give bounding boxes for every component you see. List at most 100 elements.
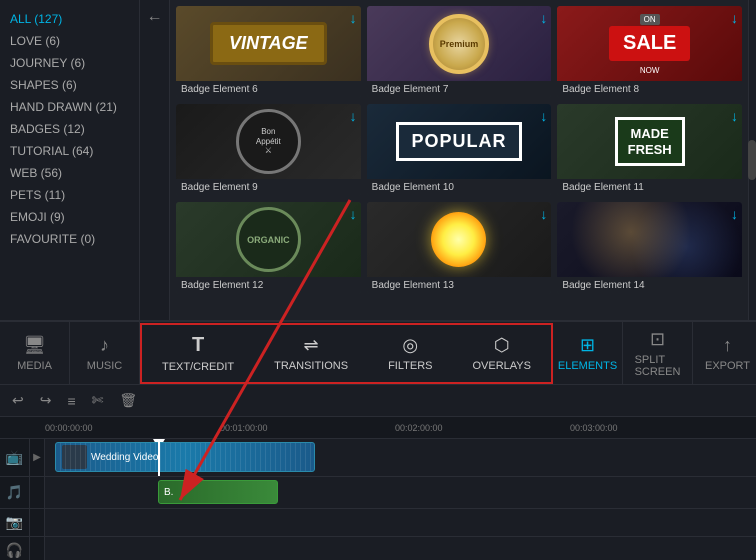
- timestamp-1: 00:01:00:00: [220, 423, 268, 433]
- cut-button[interactable]: ✄: [88, 390, 108, 411]
- toolbar-media[interactable]: 🖥 MEDIA: [0, 322, 70, 384]
- timestamp-2: 00:02:00:00: [395, 423, 443, 433]
- download-icon-badge14[interactable]: ↓: [731, 206, 738, 222]
- sidebar-item-journey[interactable]: JOURNEY (6): [0, 52, 139, 74]
- timestamp-3: 00:03:00:00: [570, 423, 618, 433]
- toolbar-filters[interactable]: ◎ FILTERS: [368, 325, 452, 382]
- download-icon-badge9[interactable]: ↓: [350, 108, 357, 124]
- text-icon: T: [192, 334, 204, 357]
- grid-item-badge11[interactable]: MADEFRESH ↓ Badge Element 11: [557, 104, 742, 196]
- sidebar-item-badges[interactable]: BADGES (12): [0, 118, 139, 140]
- scrollbar[interactable]: [748, 0, 756, 320]
- audio-track-icon: 🎵: [0, 477, 30, 508]
- toolbar-music-label: MUSIC: [87, 360, 122, 372]
- grid-label-badge6: Badge Element 6: [176, 81, 361, 98]
- track-row-4: 🎧: [0, 537, 756, 560]
- playhead[interactable]: [158, 439, 160, 476]
- toolbar-transitions[interactable]: ⇌ TRANSITIONS: [254, 325, 368, 382]
- track-row-3: 📷: [0, 509, 756, 537]
- elements-icon: ⊞: [580, 335, 595, 356]
- photo-icon: 📷: [6, 514, 23, 531]
- redo-button[interactable]: ↪: [36, 390, 56, 411]
- sidebar-item-shapes[interactable]: SHAPES (6): [0, 74, 139, 96]
- sidebar-item-pets[interactable]: PETS (11): [0, 184, 139, 206]
- undo-button[interactable]: ↩: [8, 390, 28, 411]
- grid-item-badge8[interactable]: ON SALE NOW ↓ Badge Element 8: [557, 6, 742, 98]
- download-icon-badge13[interactable]: ↓: [540, 206, 547, 222]
- sidebar-item-handdrawn[interactable]: HAND DRAWN (21): [0, 96, 139, 118]
- toolbar-music[interactable]: ♪ MUSIC: [70, 322, 140, 384]
- filters-icon: ◎: [402, 335, 418, 356]
- audio-track: 🎵 B.: [0, 477, 756, 509]
- back-button-area: ←: [140, 0, 170, 320]
- toolbar-media-label: MEDIA: [17, 360, 52, 372]
- grid-item-badge7[interactable]: Premium ↓ Badge Element 7: [367, 6, 552, 98]
- overlays-icon: ⬡: [494, 335, 510, 356]
- sidebar-item-web[interactable]: WEB (56): [0, 162, 139, 184]
- track-content-3: [45, 509, 756, 536]
- grid-item-badge12[interactable]: ORGANIC ↓ Badge Element 12: [176, 202, 361, 294]
- sidebar-item-emoji[interactable]: EMOJI (9): [0, 206, 139, 228]
- toolbar-transitions-label: TRANSITIONS: [274, 360, 348, 372]
- toolbar-elements-label: ELEMENTS: [558, 360, 617, 372]
- audio-clip-label: B.: [164, 487, 173, 498]
- grid-label-badge11: Badge Element 11: [557, 179, 742, 196]
- toolbar-elements[interactable]: ⊞ ELEMENTS: [553, 322, 623, 384]
- delete-button[interactable]: 🗑: [115, 390, 141, 411]
- download-icon-badge10[interactable]: ↓: [540, 108, 547, 124]
- sidebar-item-tutorial[interactable]: TUTORIAL (64): [0, 140, 139, 162]
- toolbar: 🖥 MEDIA ♪ MUSIC T TEXT/CREDIT ⇌ TRANSITI…: [0, 320, 756, 385]
- highlighted-toolbar-group: T TEXT/CREDIT ⇌ TRANSITIONS ◎ FILTERS ⬡ …: [140, 323, 553, 384]
- toolbar-export-label: EXPORT: [705, 360, 750, 372]
- download-icon-badge7[interactable]: ↓: [540, 10, 547, 26]
- grid-container: VINTAGE ↓ Badge Element 6 Premium ↓ Badg…: [176, 6, 742, 294]
- grid-label-badge12: Badge Element 12: [176, 277, 361, 294]
- download-icon-badge12[interactable]: ↓: [350, 206, 357, 222]
- export-icon: ↑: [723, 335, 732, 356]
- timeline-tracks: 📺 ▶ Wedding Video 🎵 B.: [0, 439, 756, 560]
- track-icon-3: 📷: [0, 509, 30, 536]
- audio-icon: 🎵: [6, 484, 23, 501]
- grid-label-badge9: Badge Element 9: [176, 179, 361, 196]
- download-icon-badge8[interactable]: ↓: [731, 10, 738, 26]
- grid-label-badge7: Badge Element 7: [367, 81, 552, 98]
- grid-label-badge8: Badge Element 8: [557, 81, 742, 98]
- splitscreen-icon: ⊡: [650, 329, 665, 350]
- timeline-ruler: 00:00:00:00 00:01:00:00 00:02:00:00 00:0…: [0, 417, 756, 439]
- elements-grid: VINTAGE ↓ Badge Element 6 Premium ↓ Badg…: [170, 0, 748, 320]
- video-track-icon: 📺: [0, 439, 30, 476]
- back-icon[interactable]: ←: [147, 8, 163, 26]
- grid-item-badge9[interactable]: BonAppétit⚔ ↓ Badge Element 9: [176, 104, 361, 196]
- track-toggle-3[interactable]: [30, 509, 45, 536]
- audio-track-toggle[interactable]: [30, 477, 45, 508]
- grid-item-badge6[interactable]: VINTAGE ↓ Badge Element 6: [176, 6, 361, 98]
- grid-item-badge13[interactable]: ↓ Badge Element 13: [367, 202, 552, 294]
- video-track: 📺 ▶ Wedding Video: [0, 439, 756, 477]
- toolbar-splitscreen[interactable]: ⊡ SPLIT SCREEN: [623, 322, 693, 384]
- track-toggle-4[interactable]: [30, 537, 45, 560]
- toolbar-text-label: TEXT/CREDIT: [162, 361, 234, 373]
- text2-icon: 🎧: [6, 542, 23, 559]
- toolbar-splitscreen-label: SPLIT SCREEN: [635, 354, 681, 378]
- toolbar-overlays[interactable]: ⬡ OVERLAYS: [453, 325, 552, 382]
- toolbar-text[interactable]: T TEXT/CREDIT: [142, 325, 254, 382]
- music-icon: ♪: [100, 335, 109, 356]
- sidebar-item-love[interactable]: LOVE (6): [0, 30, 139, 52]
- audio-track-content: B.: [45, 477, 756, 508]
- toolbar-export[interactable]: ↑ EXPORT: [693, 322, 756, 384]
- sidebar-item-favourite[interactable]: FAVOURITE (0): [0, 228, 139, 250]
- grid-label-badge10: Badge Element 10: [367, 179, 552, 196]
- video-clip[interactable]: Wedding Video: [55, 442, 315, 472]
- grid-item-badge10[interactable]: POPULAR ↓ Badge Element 10: [367, 104, 552, 196]
- toolbar-filters-label: FILTERS: [388, 360, 432, 372]
- timeline-settings-button[interactable]: ≡: [63, 391, 79, 411]
- download-icon-badge11[interactable]: ↓: [731, 108, 738, 124]
- download-icon-badge6[interactable]: ↓: [350, 10, 357, 26]
- toolbar-overlays-label: OVERLAYS: [473, 360, 532, 372]
- grid-label-badge14: Badge Element 14: [557, 277, 742, 294]
- video-track-toggle[interactable]: ▶: [30, 439, 45, 476]
- audio-clip[interactable]: B.: [158, 480, 278, 504]
- sidebar-item-all[interactable]: ALL (127): [0, 8, 139, 30]
- category-sidebar: ALL (127) LOVE (6) JOURNEY (6) SHAPES (6…: [0, 0, 140, 320]
- grid-item-badge14[interactable]: ↓ Badge Element 14: [557, 202, 742, 294]
